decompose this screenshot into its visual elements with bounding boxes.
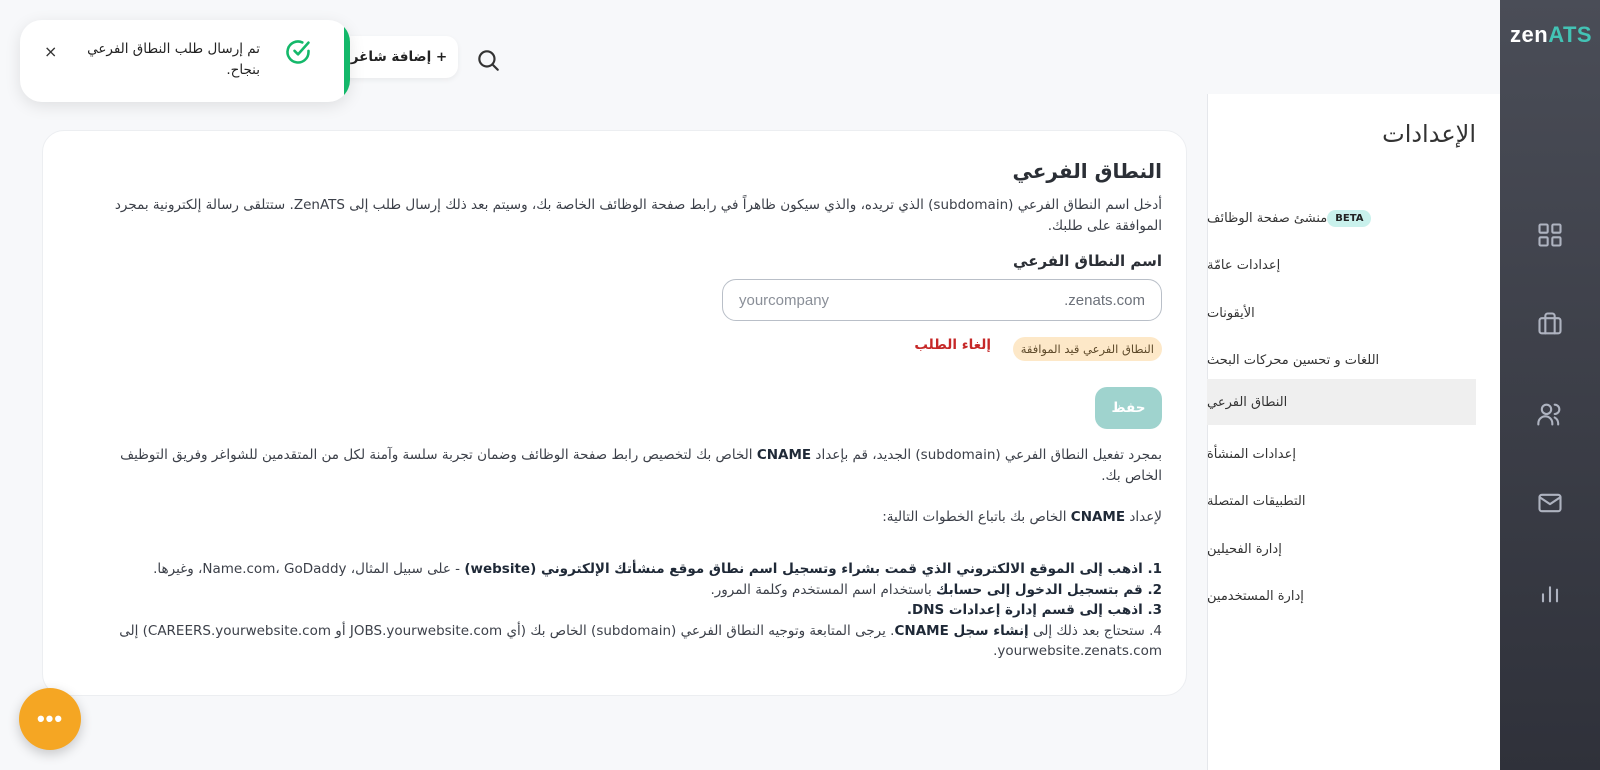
subdomain-suffix: .zenats.com <box>1064 291 1145 309</box>
success-toast: تم إرسال طلب النطاق الفرعي بنجاح. × <box>20 20 350 102</box>
cancel-request-link[interactable]: إلغاء الطلب <box>914 337 991 353</box>
subdomain-description: أدخل اسم النطاق الفرعي (subdomain) الذي … <box>114 197 1162 234</box>
subdomain-field-label: اسم النطاق الفرعي <box>1013 252 1162 270</box>
list-item: 1. اذهب إلى الموقع الالكتروني الذي قمت ب… <box>153 561 1162 577</box>
sidebar-item-label: الأيقونات <box>1207 305 1255 321</box>
grid-icon[interactable] <box>1536 221 1564 249</box>
cname-steps-list: 1. اذهب إلى الموقع الالكتروني الذي قمت ب… <box>102 559 1162 662</box>
toast-message: تم إرسال طلب النطاق الفرعي بنجاح. <box>87 41 260 78</box>
chat-fab-button[interactable]: ••• <box>19 688 81 750</box>
briefcase-icon[interactable] <box>1536 310 1564 338</box>
sidebar-item-company-settings[interactable]: إعدادات المنشأة <box>1207 431 1500 477</box>
subdomain-card: النطاق الفرعي أدخل اسم النطاق الفرعي (su… <box>42 130 1187 696</box>
search-icon[interactable] <box>475 47 501 73</box>
list-item: 2. قم بتسجيل الدخول إلى حسابك باستخدام ا… <box>710 581 1162 598</box>
check-circle-icon <box>284 38 312 66</box>
mail-icon[interactable] <box>1536 489 1564 517</box>
sidebar-item-manage-reviewers[interactable]: إدارة الفحيلين <box>1207 526 1500 572</box>
cname-intro-paragraph: بمجرد تفعيل النطاق الفرعي (subdomain) ال… <box>120 447 1162 484</box>
sidebar-item-subdomain[interactable]: النطاق الفرعي <box>1207 379 1476 425</box>
sidebar-item-icons[interactable]: الأيقونات <box>1207 290 1500 336</box>
settings-sidebar: الإعدادات منشئ صفحة الوظائف BETA إعدادات… <box>1207 94 1500 770</box>
toast-accent-bar <box>344 20 350 102</box>
list-item: 3. اذهب إلى قسم إدارة إعدادات DNS. <box>906 602 1162 618</box>
sidebar-title: الإعدادات <box>1382 120 1476 148</box>
status-badge: النطاق الفرعي قيد الموافقة <box>1012 337 1162 361</box>
sidebar-item-connected-apps[interactable]: التطبيقات المتصلة <box>1207 478 1500 524</box>
sidebar-item-label: إدارة المستخدمين <box>1207 588 1304 604</box>
sidebar-item-general-settings[interactable]: إعدادات عامّة <box>1207 242 1500 288</box>
subdomain-input-placeholder: yourcompany <box>739 291 830 309</box>
sidebar-item-label: منشئ صفحة الوظائف <box>1207 210 1328 226</box>
list-item: 4. ستحتاج بعد ذلك إلى إنشاء سجل CNAME. ي… <box>119 622 1162 660</box>
users-icon[interactable] <box>1536 400 1564 428</box>
sidebar-item-label: النطاق الفرعي <box>1207 394 1288 410</box>
sidebar-item-label: إعدادات المنشأة <box>1207 446 1296 462</box>
zenats-logo[interactable]: zenATS <box>1510 22 1592 48</box>
cname-steps-intro: لإعداد CNAME الخاص بك باتباع الخطوات الت… <box>882 509 1162 525</box>
app-rail: zenATS <box>1500 0 1600 770</box>
save-button[interactable]: حفظ <box>1095 387 1162 429</box>
page-title: النطاق الفرعي <box>1012 159 1162 183</box>
add-job-button[interactable]: + إضافة شاغر <box>340 36 458 78</box>
sidebar-item-label: اللغات و تحسين محركات البحث <box>1207 352 1380 368</box>
sidebar-item-job-page-builder[interactable]: منشئ صفحة الوظائف BETA <box>1207 195 1500 241</box>
bar-chart-icon[interactable] <box>1536 578 1564 606</box>
sidebar-item-manage-users[interactable]: إدارة المستخدمين <box>1207 573 1500 619</box>
sidebar-item-label: إعدادات عامّة <box>1207 257 1281 273</box>
subdomain-input[interactable]: yourcompany .zenats.com <box>722 279 1162 321</box>
beta-badge: BETA <box>1327 209 1372 227</box>
sidebar-item-label: التطبيقات المتصلة <box>1207 493 1306 509</box>
close-icon[interactable]: × <box>44 42 57 61</box>
sidebar-item-label: إدارة الفحيلين <box>1207 541 1282 557</box>
sidebar-item-languages-seo[interactable]: اللغات و تحسين محركات البحث <box>1207 337 1500 383</box>
